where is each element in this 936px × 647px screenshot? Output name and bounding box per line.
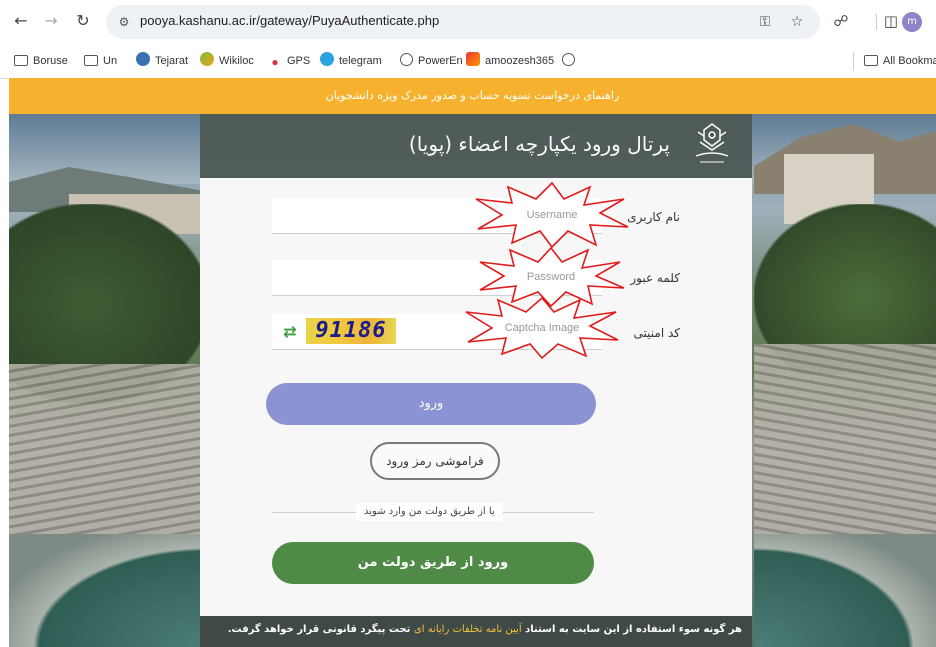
browser-chrome: ← → ↻ ⚙ pooya.kashanu.ac.ir/gateway/Puya…: [0, 0, 936, 79]
url-text[interactable]: pooya.kashanu.ac.ir/gateway/PuyaAuthenti…: [140, 13, 439, 28]
refresh-captcha-icon[interactable]: ⇄: [280, 322, 300, 342]
bookmarks-divider: [853, 52, 854, 70]
bookmark-item[interactable]: Wikiloc: [200, 52, 254, 70]
bookmark-item[interactable]: Tejarat: [136, 52, 188, 70]
login-button[interactable]: ورود: [266, 383, 596, 425]
bookmark-star-icon[interactable]: ☆: [788, 13, 806, 31]
footer: هر گونه سوء استفاده از این سایت به استنا…: [200, 616, 752, 647]
forward-arrow-icon[interactable]: →: [40, 10, 62, 32]
username-annotation: Username: [472, 181, 632, 249]
bookmark-label: GPS: [287, 55, 311, 67]
or-text: یا از طریق دولت من وارد شوید: [356, 503, 503, 521]
bookmark-label: Un: [103, 55, 118, 67]
all-bookmarks[interactable]: All Bookmar: [864, 52, 936, 70]
folder-icon: [864, 55, 878, 66]
forgot-password-button[interactable]: فراموشی رمز ورود: [370, 442, 500, 480]
address-bar[interactable]: ⚙ pooya.kashanu.ac.ir/gateway/PuyaAuthen…: [106, 5, 820, 39]
notice-banner[interactable]: راهنمای درخواست تسویه حساب و صدور مدرک و…: [9, 78, 936, 114]
map-pin-icon: ●: [271, 55, 279, 69]
toolbar-divider: [876, 14, 877, 30]
banner-text[interactable]: راهنمای درخواست تسویه حساب و صدور مدرک و…: [9, 78, 936, 114]
fountain-pool-left: [9, 534, 209, 647]
all-bookmarks-label: All Bookmar: [883, 55, 936, 67]
bookmark-item[interactable]: Boruse: [14, 52, 68, 70]
bookmark-item[interactable]: telegram: [320, 52, 382, 70]
bookmarks-bar: Boruse Un Tejarat Wikiloc ● GPS telegram …: [0, 44, 936, 78]
address-row: ← → ↻ ⚙ pooya.kashanu.ac.ir/gateway/Puya…: [0, 0, 936, 44]
bookmark-label: telegram: [339, 55, 382, 67]
password-label: کلمه عبور: [630, 271, 680, 285]
captcha-image: 91186: [306, 318, 396, 344]
captcha-label: کد امنیتی: [633, 326, 680, 340]
reload-icon[interactable]: ↻: [72, 10, 94, 32]
bookmark-label: Tejarat: [155, 55, 189, 67]
bookmark-label: Boruse: [33, 55, 68, 67]
bookmark-label: Wikiloc: [219, 55, 254, 67]
bookmark-item[interactable]: ● GPS: [268, 52, 310, 70]
bookmark-label: PowerEn: [418, 55, 463, 67]
wikiloc-icon: [200, 52, 214, 66]
profile-avatar[interactable]: m: [902, 12, 922, 32]
telegram-icon: [320, 52, 334, 66]
extensions-icon[interactable]: ☍: [830, 10, 852, 32]
footer-text: هر گونه سوء استفاده از این سایت به استنا…: [227, 624, 742, 635]
password-key-icon[interactable]: ⚿: [756, 13, 774, 31]
bookmark-item[interactable]: [562, 52, 580, 70]
bookmark-label: amoozesh365: [485, 55, 555, 67]
portal-header: پرتال ورود یکپارچه اعضاء (پویا): [200, 114, 752, 178]
tejarat-icon: [136, 52, 150, 66]
login-panel: نام کاربری کلمه عبور کد امنیتی ⇄ 91186 U…: [200, 178, 752, 616]
bookmark-item[interactable]: PowerEn: [400, 52, 463, 70]
site-info-icon[interactable]: ⚙: [116, 14, 132, 30]
portal-title: پرتال ورود یکپارچه اعضاء (پویا): [408, 132, 670, 156]
gov-login-button[interactable]: ورود از طریق دولت من: [272, 542, 594, 584]
username-label: نام کاربری: [627, 210, 680, 224]
captcha-annotation: Captcha Image: [462, 296, 622, 360]
amphitheater-steps-right: [754, 344, 936, 544]
folder-icon: [84, 55, 98, 66]
side-panel-icon[interactable]: ◫: [880, 10, 902, 32]
regulations-link[interactable]: آیین نامه تخلفات رایانه ای: [414, 624, 522, 635]
folder-icon: [14, 55, 28, 66]
bookmark-item[interactable]: amoozesh365: [466, 52, 554, 70]
bookmark-item[interactable]: Un: [84, 52, 117, 70]
back-arrow-icon[interactable]: ←: [10, 10, 32, 32]
university-logo-icon: [695, 123, 729, 163]
amoozesh-icon: [466, 52, 480, 66]
fountain-pool-right: [754, 534, 936, 647]
globe-icon: [562, 53, 575, 66]
poweren-icon: [400, 53, 413, 66]
